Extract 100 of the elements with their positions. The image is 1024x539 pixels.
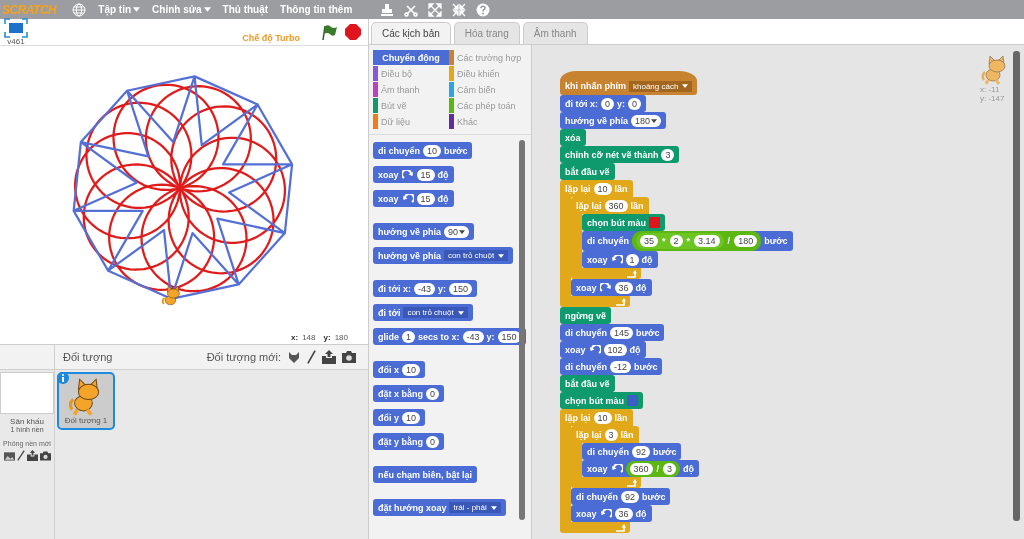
upload-icon[interactable] <box>26 450 38 461</box>
code-block[interactable]: đổi x 10 <box>373 361 426 378</box>
number-dropdown[interactable]: 90 <box>443 225 469 238</box>
stamp-icon[interactable] <box>380 2 395 17</box>
number-input[interactable]: 10 <box>423 144 442 157</box>
code-block[interactable]: xoay 15 độ <box>373 190 454 207</box>
code-block[interactable]: xoay 102 độ <box>560 341 646 358</box>
number-input[interactable]: 3.14 <box>694 235 720 247</box>
code-block[interactable]: đi tới x: -43 y: 150 <box>373 280 477 297</box>
code-block[interactable]: xóa <box>560 129 586 146</box>
code-block[interactable]: xoay 15 độ <box>373 166 454 183</box>
upload-icon[interactable] <box>322 350 336 364</box>
number-input[interactable]: 360 <box>629 462 653 475</box>
number-input[interactable]: -43 <box>413 282 435 295</box>
number-input[interactable]: 0 <box>600 97 614 110</box>
code-block[interactable]: glide 1 secs to x: -43 y: 150 <box>373 328 526 345</box>
code-block[interactable]: đi tới x: 0 y: 0 <box>560 95 646 112</box>
number-input[interactable]: 36 <box>614 507 633 520</box>
scissors-icon[interactable] <box>404 2 419 17</box>
number-input[interactable]: 10 <box>593 182 612 195</box>
number-input[interactable]: 0 <box>426 387 440 400</box>
stop-icon[interactable] <box>344 23 362 41</box>
number-dropdown[interactable]: 180 <box>630 114 661 127</box>
number-input[interactable]: 3 <box>661 148 675 161</box>
grow-icon[interactable] <box>428 2 443 17</box>
number-input[interactable]: 2 <box>669 235 683 247</box>
code-block[interactable]: ngừng vẽ <box>560 307 612 324</box>
code-block[interactable]: hướng về phía con trỏ chuột <box>373 247 514 264</box>
sprite-library-icon[interactable] <box>287 350 301 364</box>
code-block[interactable]: chọn bút màu <box>582 214 665 231</box>
code-block[interactable]: chọn bút màu <box>560 392 643 409</box>
loop-block[interactable]: lặp lại 3 lần di chuyển 92 bước xoay 360 / 3 độ <box>571 426 700 488</box>
operator-block[interactable]: 360 / 3 <box>625 460 681 477</box>
code-block[interactable]: đặt x bằng 0 <box>373 385 445 402</box>
paintbrush-icon[interactable] <box>307 350 316 364</box>
hat-block[interactable]: khi nhấn phím khoảng cách <box>560 71 698 95</box>
number-input[interactable]: 150 <box>448 282 472 295</box>
code-block[interactable]: xoay 36 độ <box>571 505 652 522</box>
number-input[interactable]: 180 <box>734 235 758 247</box>
number-input[interactable]: 360 <box>604 199 628 212</box>
dropdown-menu[interactable]: khoảng cách <box>629 80 693 92</box>
code-block[interactable]: xoay 1 độ <box>582 251 658 268</box>
number-input[interactable]: -43 <box>462 330 484 343</box>
number-input[interactable]: 35 <box>640 235 659 247</box>
number-input[interactable]: 1 <box>402 330 416 343</box>
number-input[interactable]: 10 <box>402 363 421 376</box>
code-block[interactable]: đặt y bằng 0 <box>373 433 445 450</box>
code-block[interactable]: di chuyển 92 bước <box>571 488 671 505</box>
cat-sprite[interactable] <box>161 285 180 306</box>
code-block[interactable]: hướng về phía 90 <box>373 223 474 240</box>
category-item[interactable]: Chuyển động <box>373 50 449 65</box>
shrink-icon[interactable] <box>452 2 467 17</box>
number-input[interactable]: 3 <box>604 428 618 441</box>
color-swatch[interactable] <box>627 395 638 406</box>
color-swatch[interactable] <box>649 217 660 228</box>
scrollbar[interactable] <box>519 140 525 520</box>
code-block[interactable]: di chuyển 35 * 2 * 3.14 / 180 bước <box>582 231 793 251</box>
tab[interactable]: Các kịch bản <box>371 22 451 44</box>
number-input[interactable]: 0 <box>627 97 641 110</box>
scrollbar[interactable] <box>1013 51 1020 521</box>
number-input[interactable]: 15 <box>416 192 435 205</box>
globe-icon[interactable] <box>72 2 87 17</box>
dropdown-menu[interactable]: con trỏ chuột <box>443 250 509 261</box>
number-input[interactable]: 150 <box>497 330 521 343</box>
number-input[interactable]: -12 <box>610 360 632 373</box>
number-input[interactable]: 10 <box>402 411 421 424</box>
code-block[interactable]: di chuyển 145 bước <box>560 324 665 341</box>
code-block[interactable]: di chuyển -12 bước <box>560 358 663 375</box>
code-block[interactable]: xoay 360 / 3 độ <box>582 460 700 477</box>
code-block[interactable]: chỉnh cỡ nét vẽ thành 3 <box>560 146 680 163</box>
code-block[interactable]: bắt đầu vẽ <box>560 163 615 180</box>
image-icon[interactable] <box>3 450 15 461</box>
code-block[interactable]: hướng về phía 180 <box>560 112 666 129</box>
stage-thumbnail[interactable] <box>0 372 54 414</box>
number-input[interactable]: 92 <box>621 490 640 503</box>
number-input[interactable]: 145 <box>610 326 634 339</box>
dropdown-menu[interactable]: trái - phải <box>449 502 501 513</box>
number-input[interactable]: 10 <box>593 411 612 424</box>
number-input[interactable]: 92 <box>632 445 651 458</box>
operator-block[interactable]: 35 * 2 * 3.14 <box>636 233 724 249</box>
code-block[interactable]: xoay 36 độ <box>571 279 652 296</box>
number-input[interactable]: 0 <box>426 435 440 448</box>
number-input[interactable]: 102 <box>603 343 627 356</box>
code-block[interactable]: đi tới con trỏ chuột <box>373 304 473 321</box>
dropdown-menu[interactable]: con trỏ chuột <box>403 307 468 318</box>
loop-block[interactable]: lặp lại 10 lần lặp lại 3 lần di chuyển 92 bước xoay 360 / 3 độ di chuyển 92 bước xoay 36 độ <box>560 409 700 533</box>
code-block[interactable]: di chuyển 10 bước <box>373 142 473 159</box>
number-input[interactable]: 3 <box>663 462 677 475</box>
help-icon[interactable] <box>476 2 491 17</box>
info-icon[interactable] <box>57 372 69 384</box>
code-block[interactable]: bắt đầu vẽ <box>560 375 615 392</box>
fullscreen-icon[interactable] <box>4 18 28 38</box>
camera-icon[interactable] <box>39 450 51 461</box>
number-input[interactable]: 1 <box>625 253 639 266</box>
number-input[interactable]: 15 <box>416 168 435 181</box>
code-block[interactable]: đặt hướng xoay trái - phải <box>373 499 506 516</box>
paintbrush-icon[interactable] <box>16 450 25 461</box>
code-block[interactable]: nếu chạm biên, bật lại <box>373 466 478 483</box>
operator-block[interactable]: 35 * 2 * 3.14 / 180 <box>632 231 762 251</box>
number-input[interactable]: 36 <box>614 281 633 294</box>
